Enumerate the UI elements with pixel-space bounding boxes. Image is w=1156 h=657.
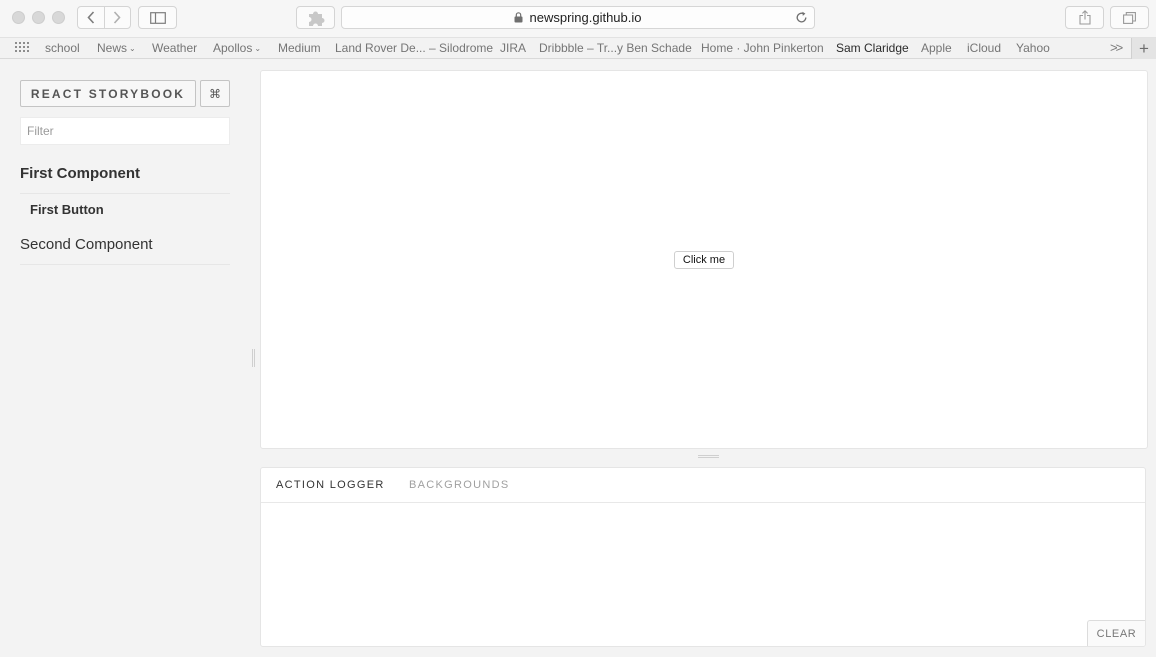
bookmark-news[interactable]: News ⌄ [97, 41, 136, 55]
app-grid-icon[interactable] [15, 42, 29, 54]
plus-icon: + [1139, 38, 1149, 58]
bookmark-school[interactable]: school [45, 41, 80, 55]
zoom-window-button[interactable] [52, 11, 65, 24]
sidebar-resize-handle[interactable] [252, 349, 255, 367]
forward-button[interactable] [103, 7, 131, 28]
filter-input[interactable] [20, 117, 230, 145]
chevron-down-icon: ⌄ [129, 44, 136, 53]
back-button[interactable] [78, 7, 104, 28]
bookmark-icloud[interactable]: iCloud [967, 41, 1001, 55]
bookmark-apollos[interactable]: Apollos ⌄ [213, 41, 261, 55]
bookmark-apple[interactable]: Apple [921, 41, 952, 55]
tabs-icon [1123, 11, 1136, 24]
url-text: newspring.github.io [529, 10, 642, 25]
bookmark-weather[interactable]: Weather [152, 41, 197, 55]
reload-icon[interactable] [795, 11, 808, 24]
bookmark-sam-claridge[interactable]: Sam Claridge [836, 41, 909, 55]
sidebar-kind-second-component[interactable]: Second Component [20, 236, 153, 253]
sidebar-divider [20, 264, 230, 265]
bookmark-dribbble[interactable]: Dribbble – Tr...y Ben Schade [539, 41, 692, 55]
bookmark-land-rover[interactable]: Land Rover De... – Silodrome [335, 41, 493, 55]
extension-button[interactable] [296, 6, 335, 29]
sidebar-toggle-button[interactable] [138, 6, 177, 29]
command-icon: ⌘ [209, 86, 221, 101]
tab-backgrounds[interactable]: BACKGROUNDS [409, 479, 509, 491]
share-button[interactable] [1065, 6, 1104, 29]
new-tab-button[interactable]: + [1131, 38, 1156, 59]
chevron-down-icon: ⌄ [254, 44, 262, 53]
bookmark-john-pinkerton[interactable]: Home · John Pinkerton [701, 41, 824, 55]
shortcuts-button[interactable]: ⌘ [200, 80, 230, 107]
clear-button[interactable]: CLEAR [1087, 620, 1145, 646]
bookmarks-bar: school News ⌄ Weather Apollos ⌄ Medium Lan… [0, 37, 1156, 59]
bookmark-jira[interactable]: JIRA [500, 41, 526, 55]
sidebar-divider [20, 193, 230, 194]
chevron-right-icon [114, 11, 121, 24]
tab-overview-button[interactable] [1110, 6, 1149, 29]
close-window-button[interactable] [12, 11, 25, 24]
address-bar[interactable]: newspring.github.io [341, 6, 815, 29]
panel-resize-handle[interactable] [698, 455, 719, 458]
puzzle-icon [308, 11, 324, 26]
sidebar-kind-first-component[interactable]: First Component [20, 165, 140, 182]
minimize-window-button[interactable] [32, 11, 45, 24]
sidebar-story-first-button[interactable]: First Button [30, 202, 104, 217]
storybook-title-button[interactable]: REACT STORYBOOK [20, 80, 196, 107]
addon-panel: ACTION LOGGER BACKGROUNDS CLEAR [260, 467, 1146, 647]
bookmark-medium[interactable]: Medium [278, 41, 321, 55]
sidebar-icon [149, 11, 166, 24]
addon-tabs: ACTION LOGGER BACKGROUNDS [261, 468, 1145, 503]
bookmark-yahoo[interactable]: Yahoo [1016, 41, 1050, 55]
share-icon [1078, 10, 1091, 25]
chevron-left-icon [87, 11, 94, 24]
preview-frame: Click me [260, 70, 1148, 449]
more-bookmarks-button[interactable]: >> [1110, 40, 1123, 55]
history-navigation [77, 6, 131, 29]
browser-toolbar: newspring.github.io [0, 0, 1156, 37]
tab-action-logger[interactable]: ACTION LOGGER [276, 479, 385, 491]
lock-icon [514, 12, 523, 23]
click-me-button[interactable]: Click me [674, 251, 734, 269]
